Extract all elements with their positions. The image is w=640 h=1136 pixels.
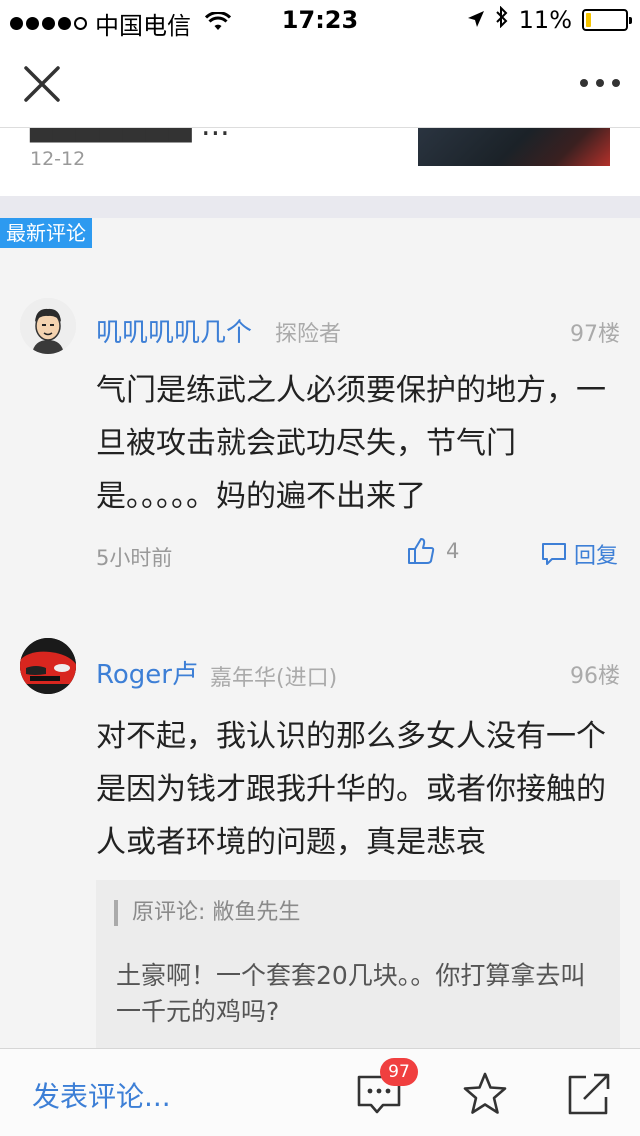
- bluetooth-icon: [495, 5, 509, 34]
- comment-text: 气门是练武之人必须要保护的地方，一旦被攻击就会武功尽失，节气门是。。。。。妈的遍…: [96, 373, 606, 514]
- close-button[interactable]: [20, 62, 64, 106]
- related-article-date: 12-12: [30, 148, 86, 170]
- more-button[interactable]: [580, 68, 620, 98]
- related-article-item[interactable]: ▆▆▆▆▆▆▆ ... 12-12: [0, 128, 640, 196]
- avatar[interactable]: [20, 638, 76, 694]
- related-article-thumbnail: [418, 128, 610, 166]
- nav-bar: [0, 40, 640, 128]
- reply-icon: [542, 543, 566, 565]
- reply-button[interactable]: 回复: [540, 538, 618, 570]
- favorite-button[interactable]: [460, 1069, 510, 1119]
- user-tag: 嘉年华(进口): [210, 666, 338, 691]
- like-button[interactable]: 4: [406, 536, 459, 566]
- location-icon: [467, 6, 485, 34]
- close-icon: [24, 66, 60, 102]
- reply-label: 回复: [574, 544, 619, 569]
- comment-count-badge: 97: [380, 1058, 418, 1086]
- share-button[interactable]: [564, 1069, 614, 1119]
- thumbs-up-icon: [408, 538, 435, 564]
- write-comment-input[interactable]: 发表评论...: [32, 1075, 171, 1115]
- like-count: 4: [446, 539, 460, 563]
- status-bar: 中国电信 17:23 11%: [0, 0, 640, 40]
- floor-number: 96楼: [570, 664, 620, 689]
- bottom-toolbar: 发表评论... 97: [0, 1048, 640, 1136]
- comment-text: 对不起，我认识的那么多女人没有一个是因为钱才跟我升华的。或者你接触的人或者环境的…: [96, 719, 606, 860]
- quoted-comment-author: 原评论: 敝鱼先生: [114, 900, 300, 926]
- user-tag: 探险者: [275, 322, 342, 347]
- latest-comments-tag: 最新评论: [0, 218, 92, 248]
- related-article-title-clipped: ▆▆▆▆▆▆▆ ...: [30, 128, 230, 143]
- comment-username[interactable]: Roger卢: [96, 654, 198, 691]
- quoted-comment: 原评论: 敝鱼先生 土豪啊！一个套套20几块。。你打算拿去叫一千元的鸡吗?: [96, 880, 620, 1048]
- battery-fill: [586, 13, 591, 27]
- comment-item: 叽叽叽叽几个 探险者 97楼 气门是练武之人必须要保护的地方，一旦被攻击就会武功…: [0, 290, 640, 610]
- comment-time: 5小时前: [96, 546, 173, 570]
- star-icon: [463, 1072, 507, 1114]
- more-icon: [580, 79, 588, 87]
- battery-icon: [582, 9, 632, 31]
- battery-percent: 11%: [518, 6, 572, 34]
- section-divider: [0, 196, 640, 218]
- floor-number: 97楼: [570, 322, 620, 347]
- avatar[interactable]: [20, 298, 76, 354]
- comment-username[interactable]: 叽叽叽叽几个: [96, 312, 252, 349]
- status-right: 11%: [467, 5, 632, 34]
- quoted-comment-text: 土豪啊！一个套套20几块。。你打算拿去叫一千元的鸡吗?: [116, 961, 586, 1026]
- share-icon: [568, 1073, 610, 1115]
- comment-item: Roger卢 嘉年华(进口) 96楼 对不起，我认识的那么多女人没有一个是因为钱…: [0, 632, 640, 1048]
